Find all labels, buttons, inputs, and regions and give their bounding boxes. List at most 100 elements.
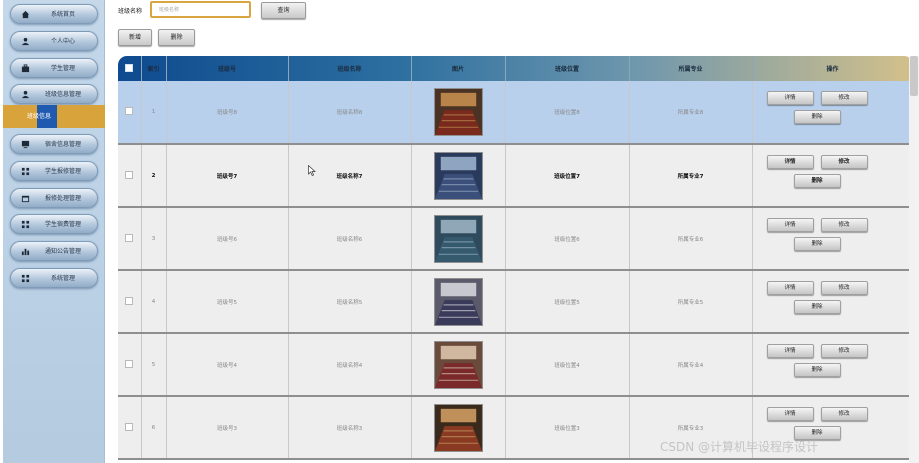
table-row[interactable]: 4 班级号5 班级名称5 班级位置5 所属专业5 详情 修改 删除	[118, 270, 913, 334]
table-row[interactable]: 2 班级号7 班级名称7 班级位置7 所属专业7 详情 修改 删除	[118, 144, 913, 208]
edit-button[interactable]: 修改	[820, 154, 868, 169]
classroom-photo	[433, 277, 483, 326]
cell-class-name: 班级名称6	[288, 207, 412, 271]
row-checkbox[interactable]	[125, 170, 134, 179]
bar-chart-icon	[21, 248, 30, 256]
row-checkbox[interactable]	[125, 359, 134, 368]
sidebar-item-dorm-fee[interactable]: 学生宿费管理	[10, 214, 98, 234]
table-row[interactable]: 3 班级号6 班级名称6 班级位置6 所属专业6 详情 修改 删除	[118, 207, 913, 271]
edit-button[interactable]: 修改	[820, 91, 868, 105]
watermark: CSDN @计算机毕设程序设计	[660, 440, 819, 454]
cell-class-name: 班级名称3	[288, 396, 412, 460]
table-header: 索引 班级号 班级名称 图片 班级位置 所属专业 操作	[118, 56, 913, 81]
delete-button[interactable]: 删除	[793, 362, 841, 377]
detail-button[interactable]: 详情	[766, 91, 814, 105]
add-button[interactable]: 新增	[118, 29, 152, 46]
row-select-cell[interactable]	[118, 333, 142, 397]
cell-image	[411, 81, 506, 145]
cell-index: 1	[141, 81, 167, 145]
sidebar-item-class-info[interactable]: 班级信息管理	[10, 84, 98, 104]
sidebar-item-label: 学生宿费管理	[44, 221, 81, 228]
sidebar-subitem-label: 班级信息	[27, 113, 52, 120]
cell-class-name: 班级名称8	[288, 81, 412, 145]
cell-major: 所属专业7	[629, 144, 753, 208]
row-select-cell[interactable]	[118, 396, 142, 460]
briefcase-icon	[21, 64, 30, 73]
cell-location: 班级位置8	[505, 81, 630, 145]
table-row[interactable]: 5 班级号4 班级名称4 班级位置4 所属专业4 详情 修改 删除	[118, 333, 913, 397]
sidebar-item-label: 报修处理管理	[44, 195, 81, 202]
delete-button[interactable]: 删除	[793, 299, 841, 314]
detail-button[interactable]: 详情	[766, 280, 814, 295]
cell-index: 3	[141, 207, 167, 271]
sidebar-item-dorm-info[interactable]: 宿舍信息管理	[10, 134, 98, 154]
sidebar-item-students[interactable]: 学生管理	[10, 58, 98, 78]
row-select-cell[interactable]	[118, 207, 142, 271]
classroom-photo	[433, 214, 483, 263]
cell-major: 所属专业5	[629, 270, 753, 334]
sidebar-item-home[interactable]: 系统首页	[10, 4, 98, 24]
search-input[interactable]	[150, 1, 251, 18]
sidebar-item-repair-request[interactable]: 学生报修管理	[10, 161, 98, 181]
sidebar-subitem-class-info[interactable]: 班级信息	[3, 105, 105, 128]
cell-index: 2	[141, 144, 167, 208]
scrollbar[interactable]	[909, 56, 919, 463]
cell-actions: 详情 修改删除	[752, 81, 913, 145]
edit-button[interactable]: 修改	[820, 280, 868, 295]
query-button[interactable]: 查询	[261, 2, 306, 19]
column-header: 班级位置	[505, 56, 630, 81]
grid-icon	[21, 274, 30, 283]
cell-location: 班级位置6	[505, 207, 630, 271]
detail-button[interactable]: 详情	[766, 154, 814, 169]
sidebar-item-profile[interactable]: 个人中心	[10, 31, 98, 51]
cell-class-no: 班级号3	[166, 396, 289, 460]
cell-class-name: 班级名称4	[288, 333, 412, 397]
search-label: 班级名称	[118, 8, 143, 15]
detail-button[interactable]: 详情	[766, 217, 814, 232]
delete-button[interactable]: 删除	[793, 110, 841, 124]
cell-class-no: 班级号7	[166, 144, 289, 208]
scrollbar-thumb[interactable]	[910, 56, 918, 96]
cell-class-name: 班级名称7	[288, 144, 412, 208]
delete-button[interactable]: 删除	[793, 173, 841, 188]
cell-major: 所属专业8	[629, 81, 753, 145]
sidebar-item-repair-handling[interactable]: 报修处理管理	[10, 188, 98, 208]
sidebar-item-system[interactable]: 系统管理	[10, 268, 98, 288]
row-checkbox[interactable]	[125, 107, 134, 115]
sidebar-item-label: 通知公告管理	[44, 248, 81, 255]
cell-major: 所属专业4	[629, 333, 753, 397]
column-header: 班级号	[166, 56, 289, 81]
cell-actions: 详情 修改删除	[752, 270, 913, 334]
detail-button[interactable]: 详情	[766, 406, 814, 421]
table-row[interactable]: 1 班级号8 班级名称8 班级位置8 所属专业8 详情 修改 删除	[118, 81, 913, 145]
row-checkbox[interactable]	[125, 233, 134, 242]
bulk-delete-button[interactable]: 删除	[158, 29, 195, 46]
sidebar-item-notices[interactable]: 通知公告管理	[10, 241, 98, 261]
cell-class-no: 班级号8	[166, 81, 289, 145]
select-all-checkbox[interactable]	[125, 63, 134, 72]
delete-button[interactable]: 删除	[793, 236, 841, 251]
row-select-cell[interactable]	[118, 270, 142, 334]
sidebar-item-label: 学生管理	[50, 65, 75, 72]
row-select-cell[interactable]	[118, 81, 142, 145]
cell-image	[411, 144, 506, 208]
edit-button[interactable]: 修改	[820, 406, 868, 421]
detail-button[interactable]: 详情	[766, 343, 814, 358]
mouse-cursor-icon	[308, 165, 316, 176]
cell-class-name: 班级名称5	[288, 270, 412, 334]
column-header: 索引	[141, 56, 167, 81]
edit-button[interactable]: 修改	[820, 217, 868, 232]
cell-class-no: 班级号4	[166, 333, 289, 397]
cell-major: 所属专业6	[629, 207, 753, 271]
column-header: 操作	[752, 56, 913, 81]
sidebar: 系统首页 个人中心 学生管理 班级信息管理 班级信息 宿舍信息管理 学生报修管理…	[3, 0, 105, 463]
cell-index: 5	[141, 333, 167, 397]
column-header: 图片	[411, 56, 506, 81]
grid-icon	[21, 220, 30, 229]
row-checkbox[interactable]	[125, 422, 134, 431]
header-select-all[interactable]	[118, 56, 142, 81]
row-select-cell[interactable]	[118, 144, 142, 208]
sidebar-item-label: 系统首页	[50, 11, 75, 18]
row-checkbox[interactable]	[125, 296, 134, 305]
edit-button[interactable]: 修改	[820, 343, 868, 358]
